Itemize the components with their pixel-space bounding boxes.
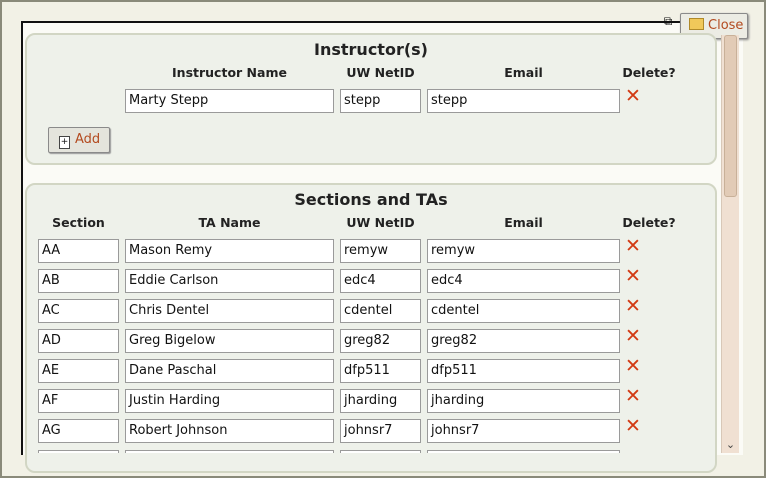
section-field[interactable]: AG	[38, 419, 119, 443]
delete-x-icon[interactable]: ✕	[625, 357, 641, 376]
sections-title: Sections and TAs	[294, 190, 448, 209]
ta-netid-field[interactable]: cdentel	[340, 299, 421, 323]
instructor-email-field[interactable]: stepp	[427, 89, 620, 113]
add-label: Add	[75, 132, 101, 147]
delete-x-icon[interactable]: ✕	[625, 267, 641, 286]
folder-icon	[689, 18, 704, 30]
instructor-netid-header: UW NetID	[346, 65, 415, 80]
instructors-title: Instructor(s)	[314, 40, 428, 59]
delete-x-icon[interactable]: ✕	[625, 417, 641, 436]
ta-name-field[interactable]: Chris Dentel	[125, 299, 334, 323]
delete-x-icon[interactable]: ✕	[625, 87, 641, 106]
ta-email-field[interactable]: greg82	[427, 329, 620, 353]
instructor-name-header: Instructor Name	[172, 65, 287, 80]
ta-name-field[interactable]: Eddie Carlson	[125, 269, 334, 293]
section-field[interactable]: AB	[38, 269, 119, 293]
ta-netid-header: UW NetID	[346, 215, 415, 230]
section-field[interactable]: AD	[38, 329, 119, 353]
section-field[interactable]: AA	[38, 239, 119, 263]
close-label: Close	[708, 18, 744, 33]
add-page-icon: +	[59, 136, 70, 149]
ta-name-field[interactable]: Greg Bigelow	[125, 329, 334, 353]
ta-email-header: Email	[504, 215, 543, 230]
ta-netid-field[interactable]: dfp511	[340, 359, 421, 383]
delete-x-icon[interactable]: ✕	[625, 387, 641, 406]
email-field-partial[interactable]	[427, 450, 620, 453]
restore-icon[interactable]: ⧉	[662, 15, 674, 27]
ta-netid-field[interactable]: edc4	[340, 269, 421, 293]
ta-netid-field[interactable]: greg82	[340, 329, 421, 353]
ta-email-field[interactable]: johnsr7	[427, 419, 620, 443]
ta-email-field[interactable]: dfp511	[427, 359, 620, 383]
ta-name-header: TA Name	[198, 215, 261, 230]
section-field[interactable]: AE	[38, 359, 119, 383]
ta-netid-field[interactable]: johnsr7	[340, 419, 421, 443]
ta-email-field[interactable]: remyw	[427, 239, 620, 263]
add-instructor-button[interactable]: + Add	[48, 127, 110, 153]
ta-netid-field[interactable]: jharding	[340, 389, 421, 413]
delete-x-icon[interactable]: ✕	[625, 297, 641, 316]
netid-field-partial[interactable]	[340, 450, 421, 453]
ta-name-field[interactable]: Mason Remy	[125, 239, 334, 263]
instructor-name-field[interactable]: Marty Stepp	[125, 89, 334, 113]
ta-netid-field[interactable]: remyw	[340, 239, 421, 263]
ta-name-field-partial[interactable]	[125, 450, 334, 453]
ta-name-field[interactable]: Robert Johnson	[125, 419, 334, 443]
ta-name-field[interactable]: Justin Harding	[125, 389, 334, 413]
ta-email-field[interactable]: cdentel	[427, 299, 620, 323]
ta-email-field[interactable]: jharding	[427, 389, 620, 413]
instructor-delete-header: Delete?	[622, 65, 676, 80]
section-header: Section	[52, 215, 105, 230]
section-field[interactable]: AF	[38, 389, 119, 413]
delete-x-icon[interactable]: ✕	[625, 327, 641, 346]
scrollbar-thumb[interactable]	[724, 35, 737, 197]
vertical-scrollbar[interactable]: ⌄	[721, 35, 739, 453]
ta-name-field[interactable]: Dane Paschal	[125, 359, 334, 383]
scroll-down-arrow-icon[interactable]: ⌄	[725, 439, 736, 451]
partial-row-clip	[21, 450, 721, 453]
instructor-netid-field[interactable]: stepp	[340, 89, 421, 113]
instructor-email-header: Email	[504, 65, 543, 80]
section-field[interactable]: AC	[38, 299, 119, 323]
delete-x-icon[interactable]: ✕	[625, 237, 641, 256]
ta-email-field[interactable]: edc4	[427, 269, 620, 293]
ta-delete-header: Delete?	[622, 215, 676, 230]
section-field-partial[interactable]	[38, 450, 119, 453]
